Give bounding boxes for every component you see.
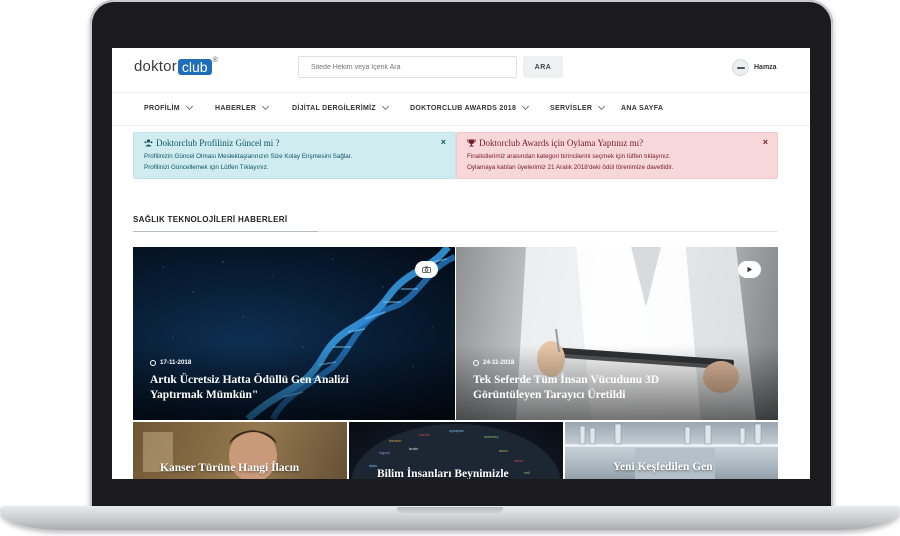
logo-doktor-text: doktor: [134, 58, 177, 75]
svg-text:mind: mind: [514, 458, 523, 463]
main-nav: PROFİLİM HABERLER DİJİTAL DERGİLERİMİZ D…: [112, 92, 810, 126]
nav-label: DİJİTAL DERGİLERİMİZ: [292, 105, 376, 112]
clock-icon: [473, 359, 479, 366]
news-date-text: 24-11-2018: [483, 359, 515, 366]
logo-club-text: club: [177, 58, 212, 75]
news-title-line: Görüntüleyen Tarayıcı Üretildi: [473, 389, 626, 401]
section-title: SAĞLIK TEKNOLOJİLERİ HABERLERİ: [133, 215, 288, 224]
news-title[interactable]: Yeni Keşfedilen Gen: [613, 460, 713, 474]
user-name[interactable]: Hamza: [754, 64, 777, 71]
chevron-down-icon: [262, 102, 270, 111]
play-icon[interactable]: [738, 261, 761, 278]
news-date-text: 17-11-2018: [160, 359, 192, 366]
svg-text:neuron: neuron: [389, 438, 401, 443]
users-icon: [144, 139, 153, 147]
nav-item-doktorclub-awards[interactable]: DOKTORCLUB AWARDS 2018: [410, 102, 530, 112]
camera-icon[interactable]: [415, 261, 438, 278]
nav-label: PROFİLİM: [144, 105, 180, 112]
chevron-down-icon: [598, 102, 606, 111]
news-title[interactable]: Artık Ücretsiz Hatta Ödüllü Gen Analizi …: [150, 373, 430, 403]
svg-text:axon: axon: [499, 448, 508, 453]
user-menu[interactable]: Hamza: [732, 59, 777, 76]
laptop-notch: [397, 507, 503, 515]
profile-alert-body: Profilinizin Güncel Olması Meslektaşları…: [144, 152, 445, 173]
nav-label: SERVİSLER: [550, 105, 593, 112]
nav-item-haberler[interactable]: HABERLER: [215, 102, 270, 112]
alert-line: Profilinizi Güncellemek için Lütfen Tıkl…: [144, 163, 269, 171]
close-icon[interactable]: ×: [441, 137, 446, 147]
alert-title-text: Doktorclub Awards için Oylama Yaptınız m…: [479, 138, 644, 148]
section-divider-accent: [133, 231, 318, 232]
screen: doktor club ® ARA Hamza PROFİLİM HABERLE…: [112, 48, 810, 479]
avatar[interactable]: [732, 59, 749, 76]
news-title-line: Artık Ücretsiz Hatta Ödüllü Gen Analizi: [150, 374, 349, 386]
svg-text:cell: cell: [524, 470, 530, 475]
nav-label: DOKTORCLUB AWARDS 2018: [410, 105, 517, 112]
news-date: 17-11-2018: [150, 359, 191, 366]
svg-text:cortex: cortex: [419, 432, 430, 437]
nav-item-servisler[interactable]: SERVİSLER: [550, 102, 606, 112]
awards-alert-body: Finalistlerimiz arasından kategori birin…: [467, 152, 767, 173]
alert-title-text: Doktorclub Profiliniz Güncel mi ?: [156, 138, 280, 148]
svg-text:memory: memory: [484, 434, 498, 439]
clock-icon: [150, 359, 156, 366]
news-card-gen-analizi[interactable]: 17-11-2018 Artık Ücretsiz Hatta Ödüllü G…: [133, 247, 455, 420]
news-card-yeni-gen[interactable]: Yeni Keşfedilen Gen: [565, 422, 778, 479]
alert-line: Profilinizin Güncel Olması Meslektaşları…: [144, 153, 353, 160]
news-title-line: Yaptırmak Mümkün": [150, 389, 259, 401]
news-title[interactable]: Tek Seferde Tüm İnsan Vücudunu 3D Görünt…: [473, 373, 753, 403]
news-title[interactable]: Bilim İnsanları Beynimizle: [377, 467, 509, 479]
news-card-kanser[interactable]: Kanser Türüne Hangi İlacın: [133, 422, 347, 479]
news-card-bilim[interactable]: neuron cortex synapse memory signal brain a…: [349, 422, 563, 479]
alert-line: Oylamaya katılan üyelerimiz 21 Aralık 20…: [467, 163, 674, 171]
minus-icon: [736, 66, 745, 69]
nav-item-dijital-dergilerimiz[interactable]: DİJİTAL DERGİLERİMİZ: [292, 102, 389, 112]
profile-alert[interactable]: Doktorclub Profiliniz Güncel mi ? Profil…: [133, 132, 456, 179]
alert-line: Finalistlerimiz arasından kategori birin…: [467, 153, 671, 160]
nav-label: HABERLER: [215, 105, 257, 112]
nav-item-profilim[interactable]: PROFİLİM: [144, 102, 193, 112]
svg-text:signal: signal: [379, 450, 390, 455]
top-header: doktor club ® ARA Hamza: [112, 48, 810, 90]
news-card-3d-tarayici[interactable]: 24-11-2018 Tek Seferde Tüm İnsan Vücudun…: [456, 247, 778, 420]
awards-alert[interactable]: Doktorclub Awards için Oylama Yaptınız m…: [456, 132, 778, 179]
close-icon[interactable]: ×: [763, 137, 768, 147]
search-button[interactable]: ARA: [523, 56, 563, 78]
logo-registered-mark: ®: [212, 57, 218, 64]
awards-alert-title: Doktorclub Awards için Oylama Yaptınız m…: [467, 138, 767, 148]
trophy-icon: [467, 139, 476, 147]
svg-text:synapse: synapse: [449, 428, 465, 433]
nav-item-ana-sayfa[interactable]: ANA SAYFA: [621, 105, 663, 112]
site-logo[interactable]: doktor club ®: [134, 57, 218, 75]
chevron-down-icon: [522, 102, 530, 111]
svg-text:brain: brain: [409, 446, 418, 451]
search-input[interactable]: [298, 56, 517, 78]
chevron-down-icon: [185, 102, 193, 111]
nav-label: ANA SAYFA: [621, 105, 664, 112]
profile-alert-title: Doktorclub Profiliniz Güncel mi ?: [144, 138, 445, 148]
news-title[interactable]: Kanser Türüne Hangi İlacın: [160, 461, 299, 475]
news-title-line: Tek Seferde Tüm İnsan Vücudunu 3D: [473, 374, 660, 386]
chevron-down-icon: [381, 102, 389, 111]
news-date: 24-11-2018: [473, 359, 514, 366]
